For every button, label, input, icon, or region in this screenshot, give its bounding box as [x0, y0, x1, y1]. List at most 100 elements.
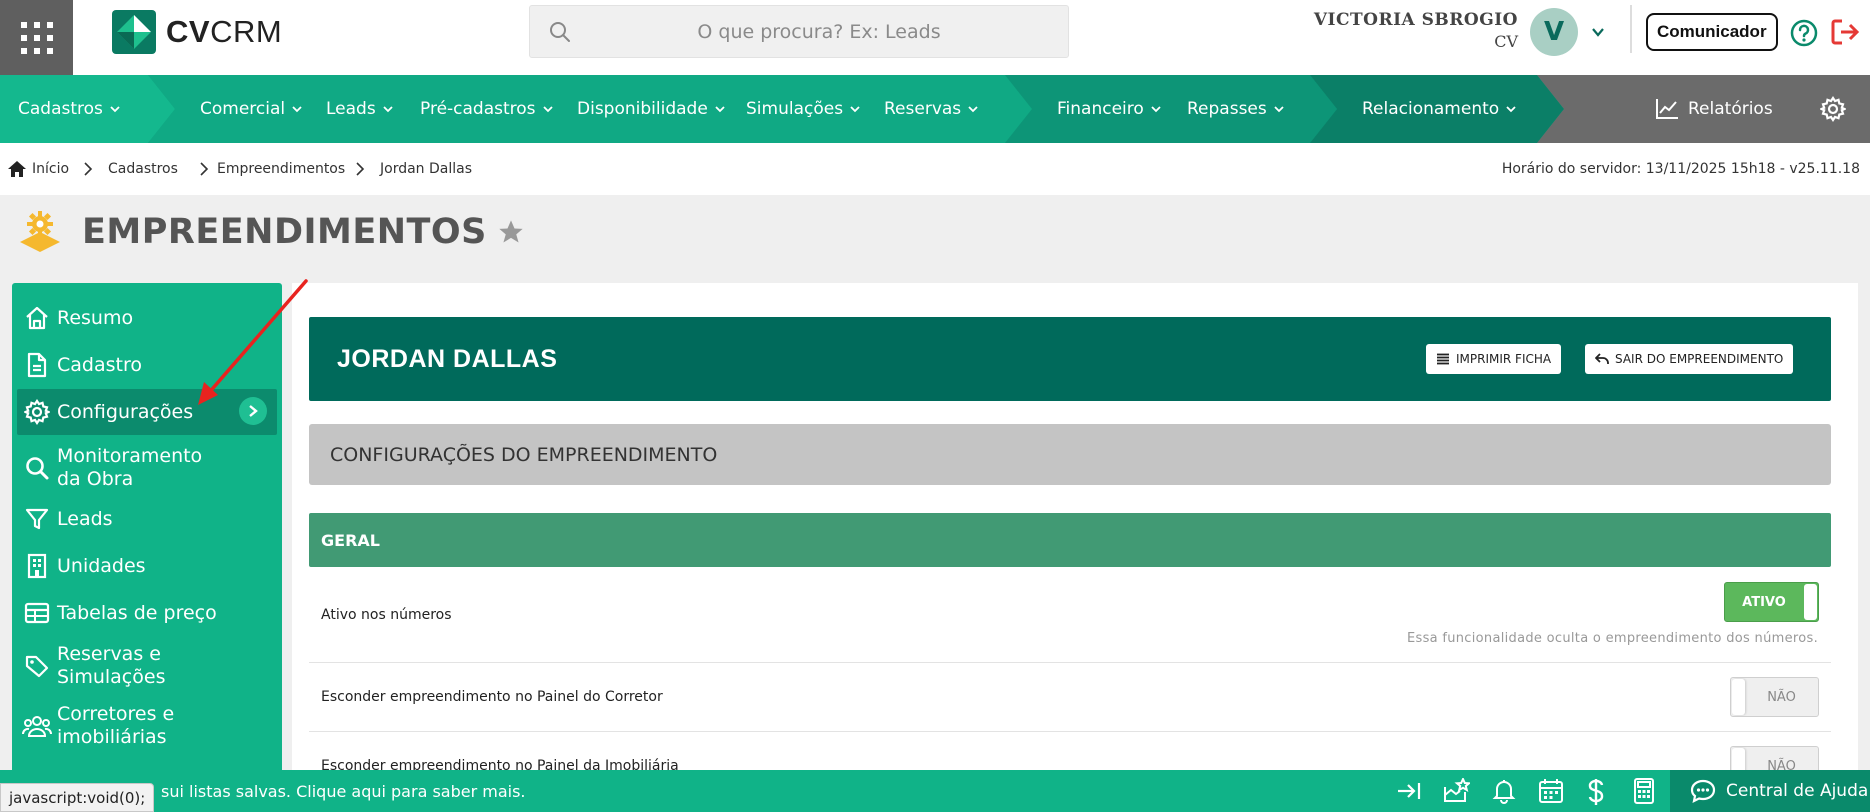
bell-icon[interactable]: [1492, 778, 1516, 804]
nav-label: Pré-cadastros: [420, 99, 536, 119]
sidebar-item-monitoramento[interactable]: Monitoramento da Obra: [17, 443, 277, 493]
nav-label: Cadastros: [18, 99, 103, 119]
ativo-numeros-toggle[interactable]: ATIVO: [1724, 582, 1819, 622]
toggle-label: NÃO: [1767, 689, 1796, 705]
chevron-down-icon: [968, 106, 978, 113]
breadcrumb: Início Cadastros Empreendimentos Jordan …: [0, 143, 1870, 195]
nav-cadastros[interactable]: Cadastros: [18, 75, 121, 143]
chevron-right-icon: [84, 162, 93, 176]
users-icon: [22, 716, 52, 737]
sidebar-item-tabelas-preco[interactable]: Tabelas de preço: [17, 593, 277, 633]
breadcrumb-inicio[interactable]: Início: [8, 143, 69, 195]
chevron-right-icon: [239, 397, 267, 425]
comunicador-button[interactable]: Comunicador: [1646, 13, 1778, 51]
nav-relacionamento[interactable]: Relacionamento: [1362, 75, 1517, 143]
sidebar-item-cadastro[interactable]: Cadastro: [17, 345, 277, 385]
avatar[interactable]: V: [1530, 8, 1578, 56]
building-icon: [27, 553, 47, 579]
document-icon: [27, 352, 47, 378]
chevron-down-icon: [542, 106, 553, 113]
nav-relatorios[interactable]: Relatórios: [1655, 75, 1773, 143]
print-sheet-button[interactable]: IMPRIMIR FICHA: [1426, 344, 1562, 374]
favorite-star-icon[interactable]: [497, 218, 525, 246]
search-icon: [26, 457, 49, 480]
nav-comercial[interactable]: Comercial: [200, 75, 303, 143]
status-url-tooltip: javascript:void(0);: [0, 783, 155, 812]
setting-label: Ativo nos números: [321, 607, 452, 623]
nav-label: Leads: [326, 99, 376, 119]
print-sheet-label: IMPRIMIR FICHA: [1456, 352, 1552, 366]
sidebar-item-corretores[interactable]: Corretores e imobiliárias: [17, 701, 277, 751]
nav-repasses[interactable]: Repasses: [1187, 75, 1285, 143]
search-input[interactable]: [530, 6, 1068, 57]
empreendimento-header: JORDAN DALLAS IMPRIMIR FICHA SAIR DO EMP…: [309, 317, 1831, 401]
user-info[interactable]: VICTORIA SBROGIO CV: [1314, 10, 1518, 52]
calendar-icon[interactable]: [1538, 778, 1564, 804]
config-section-title: CONFIGURAÇÕES DO EMPREENDIMENTO: [309, 424, 1831, 485]
esconder-painel-corretor-toggle[interactable]: NÃO: [1730, 677, 1819, 717]
toggle-knob: [1732, 679, 1745, 715]
nav-label: Reservas: [884, 99, 962, 119]
list-icon: [1437, 353, 1449, 365]
top-bar: CVCRM VICTORIA SBROGIO CV V Comunicador: [0, 0, 1870, 75]
main-nav: Cadastros Comercial Leads Pré-cadastros …: [0, 75, 1870, 143]
dollar-icon[interactable]: [1586, 778, 1606, 806]
search-icon: [550, 22, 570, 42]
help-center-label: Central de Ajuda: [1726, 781, 1869, 801]
setting-label: Esconder empreendimento no Painel do Cor…: [321, 689, 663, 705]
logo-text-light: CRM: [210, 14, 283, 49]
collapse-right-icon[interactable]: [1396, 778, 1422, 804]
chevron-down-icon: [110, 106, 120, 113]
toggle-label: ATIVO: [1742, 594, 1786, 610]
settings-gear-icon[interactable]: [1820, 96, 1846, 122]
sidebar-item-label: Corretores e imobiliárias: [57, 703, 175, 748]
chevron-down-icon[interactable]: [1590, 24, 1606, 40]
nav-financeiro[interactable]: Financeiro: [1057, 75, 1162, 143]
sidebar-item-label: Unidades: [57, 554, 146, 577]
chevron-right-icon: [200, 162, 209, 176]
sidebar-item-resumo[interactable]: Resumo: [17, 298, 277, 338]
exit-empreendimento-label: SAIR DO EMPREENDIMENTO: [1615, 352, 1784, 366]
sidebar-item-configuracoes[interactable]: Configurações: [17, 389, 277, 435]
help-center-button[interactable]: Central de Ajuda: [1670, 770, 1870, 812]
sidebar-item-label: Monitoramento da Obra: [57, 445, 203, 490]
nav-pre-cadastros[interactable]: Pré-cadastros: [420, 75, 554, 143]
calculator-icon[interactable]: [1633, 778, 1655, 804]
chat-bubble-icon: [1690, 779, 1716, 803]
filter-icon: [25, 508, 49, 530]
exit-empreendimento-button[interactable]: SAIR DO EMPREENDIMENTO: [1585, 344, 1794, 374]
header-divider: [1630, 5, 1632, 53]
chevron-down-icon: [1506, 106, 1516, 113]
nav-simulacoes[interactable]: Simulações: [746, 75, 861, 143]
nav-reservas[interactable]: Reservas: [884, 75, 979, 143]
cvcrm-logo[interactable]: CVCRM: [112, 10, 282, 54]
breadcrumb-empreendimentos[interactable]: Empreendimentos: [217, 143, 345, 195]
logo-text-bold: CV: [166, 14, 211, 49]
bottom-bar: sui listas salvas. Clique aqui para sabe…: [0, 770, 1870, 812]
toggle-knob: [1804, 584, 1817, 620]
home-icon: [26, 306, 48, 330]
sidebar-item-label: Configurações: [57, 400, 194, 423]
sidebar-item-leads[interactable]: Leads: [17, 499, 277, 539]
global-search[interactable]: [529, 5, 1069, 58]
page-title: EMPREENDIMENTOS: [82, 212, 487, 252]
empreendimentos-icon: [20, 211, 60, 252]
sidebar-item-label: Cadastro: [57, 353, 142, 376]
help-icon[interactable]: [1790, 19, 1818, 47]
saved-lists-message[interactable]: sui listas salvas. Clique aqui para sabe…: [161, 770, 526, 812]
breadcrumb-cadastros[interactable]: Cadastros: [108, 143, 178, 195]
breadcrumb-label: Empreendimentos: [217, 161, 346, 177]
chevron-down-icon: [292, 106, 302, 113]
chevron-right-icon: [356, 162, 365, 176]
badge-star-icon[interactable]: [1442, 778, 1470, 804]
logout-icon[interactable]: [1830, 18, 1860, 46]
nav-leads[interactable]: Leads: [326, 75, 394, 143]
sidebar-item-reservas-simulacoes[interactable]: Reservas e Simulações: [17, 641, 277, 691]
cvcrm-logo-icon: [112, 10, 156, 54]
apps-grid-button[interactable]: [0, 0, 73, 75]
nav-label: Simulações: [746, 99, 844, 119]
user-name: VICTORIA SBROGIO: [1313, 10, 1518, 30]
sidebar-item-unidades[interactable]: Unidades: [17, 546, 277, 586]
breadcrumb-current: Jordan Dallas: [380, 143, 472, 195]
nav-disponibilidade[interactable]: Disponibilidade: [577, 75, 726, 143]
